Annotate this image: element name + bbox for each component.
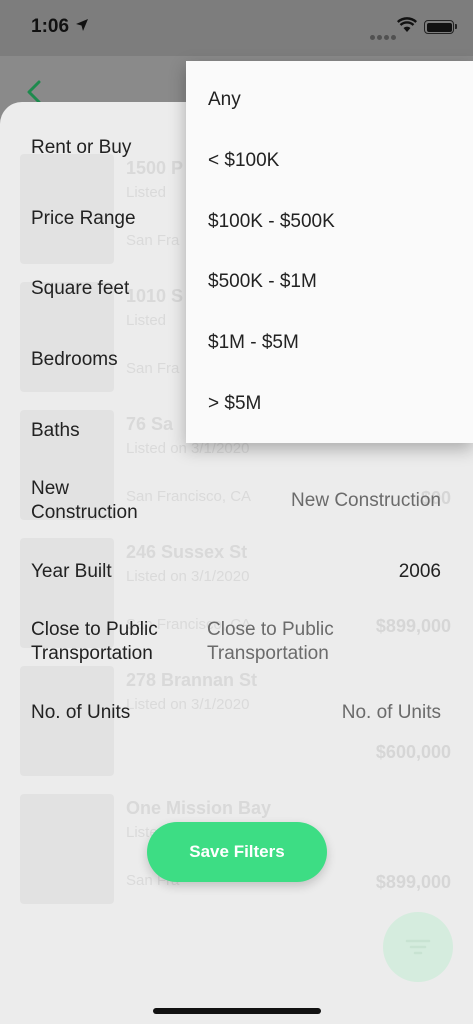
wifi-icon — [397, 17, 417, 32]
listing-date: Listed on 3/1/2020 — [126, 696, 250, 713]
listing-address: 1500 P — [126, 158, 184, 178]
filter-fab — [383, 912, 453, 982]
listing-address: 246 Sussex St — [126, 542, 248, 562]
listing-city: San Fra — [126, 360, 180, 377]
listing-price: $899,000 — [375, 616, 451, 636]
listing-date: Listed on 3/1/2020 — [126, 568, 250, 585]
location-arrow-icon — [76, 19, 88, 31]
transportation-label: Close to Public Transportation — [31, 619, 158, 664]
listing-address: 76 Sa — [126, 414, 174, 434]
back-chevron-icon[interactable] — [25, 80, 45, 104]
square-feet-label[interactable]: Square feet — [31, 277, 129, 301]
listing-city: San Fra — [126, 232, 180, 249]
units-label: No. of Units — [31, 702, 131, 723]
listing-price: $600,000 — [375, 742, 451, 762]
home-indicator[interactable] — [153, 1008, 321, 1014]
transportation-field[interactable]: Close to Public Transportation — [207, 618, 334, 666]
listing-date: Listed — [126, 184, 167, 201]
dropdown-option-under-100k[interactable]: < $100K — [208, 150, 279, 172]
new-construction-label: New Construction — [31, 478, 138, 523]
dropdown-option-100k-500k[interactable]: $100K - $500K — [208, 211, 335, 233]
status-bar: 1:06 — [0, 0, 473, 56]
bedrooms-label[interactable]: Bedrooms — [31, 348, 118, 372]
baths-label[interactable]: Baths — [31, 419, 80, 443]
signal-icon — [370, 27, 398, 45]
dropdown-option-1m-5m[interactable]: $1M - $5M — [208, 332, 299, 354]
listing-city: San Francisco, CA — [126, 488, 252, 505]
year-built-field[interactable]: 2006 — [399, 560, 441, 584]
listing-date: Listed — [126, 312, 167, 329]
price-range-dropdown: Any < $100K $100K - $500K $500K - $1M $1… — [186, 61, 473, 443]
listing-address: 278 Brannan St — [126, 670, 258, 690]
units-field[interactable]: No. of Units — [342, 701, 441, 725]
status-time: 1:06 — [31, 16, 70, 37]
dropdown-option-any[interactable]: Any — [208, 89, 241, 111]
battery-icon — [424, 20, 457, 34]
listing-photo — [20, 794, 114, 904]
listing-address: 1010 S — [126, 286, 184, 306]
save-filters-button[interactable]: Save Filters — [147, 822, 327, 882]
price-range-label[interactable]: Price Range — [31, 207, 136, 231]
year-built-label: Year Built — [31, 561, 112, 582]
listing-address: One Mission Bay — [126, 798, 272, 818]
filter-icon — [405, 939, 431, 955]
dropdown-option-500k-1m[interactable]: $500K - $1M — [208, 271, 317, 293]
listing-price: $899,000 — [375, 872, 451, 892]
new-construction-field[interactable]: New Construction — [291, 489, 441, 513]
rent-or-buy-label[interactable]: Rent or Buy — [31, 136, 131, 160]
dropdown-option-over-5m[interactable]: > $5M — [208, 393, 261, 415]
